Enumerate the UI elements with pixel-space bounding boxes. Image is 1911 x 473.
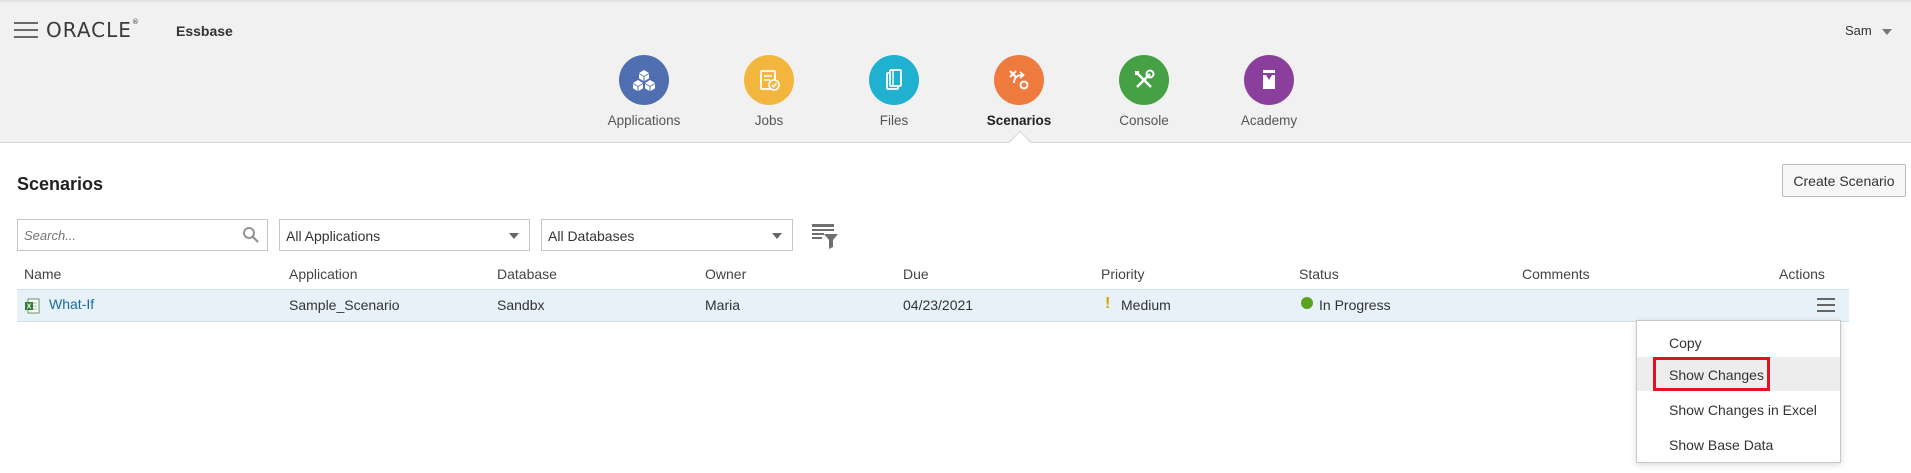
nav-label: Console [1119,113,1169,128]
priority-exclamation-icon: ! [1105,295,1111,312]
top-header: ORACLE® Essbase Sam Applications Jobs Fi… [0,0,1911,143]
nav-console[interactable]: Console [1084,55,1204,128]
menu-item-show-changes[interactable]: Show Changes [1637,357,1840,391]
chevron-down-icon [509,233,519,239]
column-header-database[interactable]: Database [497,266,557,282]
user-menu[interactable]: Sam [1845,23,1892,38]
academy-icon [1244,55,1294,105]
nav-scenarios[interactable]: Scenarios [959,55,1079,128]
applications-icon [619,55,669,105]
nav-label: Files [879,113,909,128]
column-header-owner[interactable]: Owner [705,266,746,282]
chevron-down-icon [772,233,782,239]
nav-academy[interactable]: Academy [1209,55,1329,128]
nav-files[interactable]: Files [834,55,954,128]
hamburger-menu-icon[interactable] [14,22,38,38]
column-header-status[interactable]: Status [1299,266,1339,282]
status-dot-icon [1301,297,1313,309]
user-name: Sam [1845,23,1872,38]
column-header-due[interactable]: Due [903,266,929,282]
actions-context-menu: Copy Show Changes Show Changes in Excel … [1636,320,1841,463]
column-header-comments[interactable]: Comments [1522,266,1590,282]
cell-application: Sample_Scenario [289,297,400,313]
search-input[interactable] [18,220,238,250]
menu-item-show-base-data[interactable]: Show Base Data [1637,427,1840,461]
column-header-actions: Actions [1779,266,1825,282]
search-icon[interactable] [242,226,260,244]
search-box [17,219,268,251]
nav-applications[interactable]: Applications [584,55,704,128]
application-select[interactable]: All Applications [279,219,530,251]
oracle-logo: ORACLE® [46,18,140,42]
column-header-application[interactable]: Application [289,266,358,282]
cell-priority: Medium [1121,297,1171,313]
actions-menu-icon[interactable] [1817,298,1835,314]
nav-label: Jobs [754,113,784,128]
application-select-value: All Applications [286,228,381,244]
page-title: Scenarios [17,174,104,194]
column-header-priority[interactable]: Priority [1101,266,1145,282]
console-icon [1119,55,1169,105]
nav-jobs[interactable]: Jobs [709,55,829,128]
database-select-value: All Databases [548,228,635,244]
cell-owner: Maria [705,297,741,313]
main-navigation: Applications Jobs Files Scenarios Consol… [0,55,1911,145]
menu-item-show-changes-in-excel[interactable]: Show Changes in Excel [1637,392,1840,426]
nav-label: Scenarios [986,113,1052,128]
chevron-down-icon [1881,28,1892,35]
menu-item-copy[interactable]: Copy [1637,325,1840,359]
jobs-icon [744,55,794,105]
create-scenario-button[interactable]: Create Scenario [1782,164,1906,197]
database-select[interactable]: All Databases [541,219,793,251]
nav-label: Applications [607,113,681,128]
scenario-name-link[interactable]: What-If [49,296,94,312]
scenarios-icon [994,55,1044,105]
cell-status: In Progress [1319,297,1391,313]
product-name: Essbase [176,23,233,39]
files-icon [869,55,919,105]
excel-file-icon: X [25,298,40,314]
svg-text:X: X [27,304,32,311]
nav-label: Academy [1240,113,1298,128]
cell-due: 04/23/2021 [903,297,974,313]
column-header-name[interactable]: Name [24,266,61,282]
filter-icon[interactable] [811,222,839,250]
cell-database: Sandbx [497,297,545,313]
